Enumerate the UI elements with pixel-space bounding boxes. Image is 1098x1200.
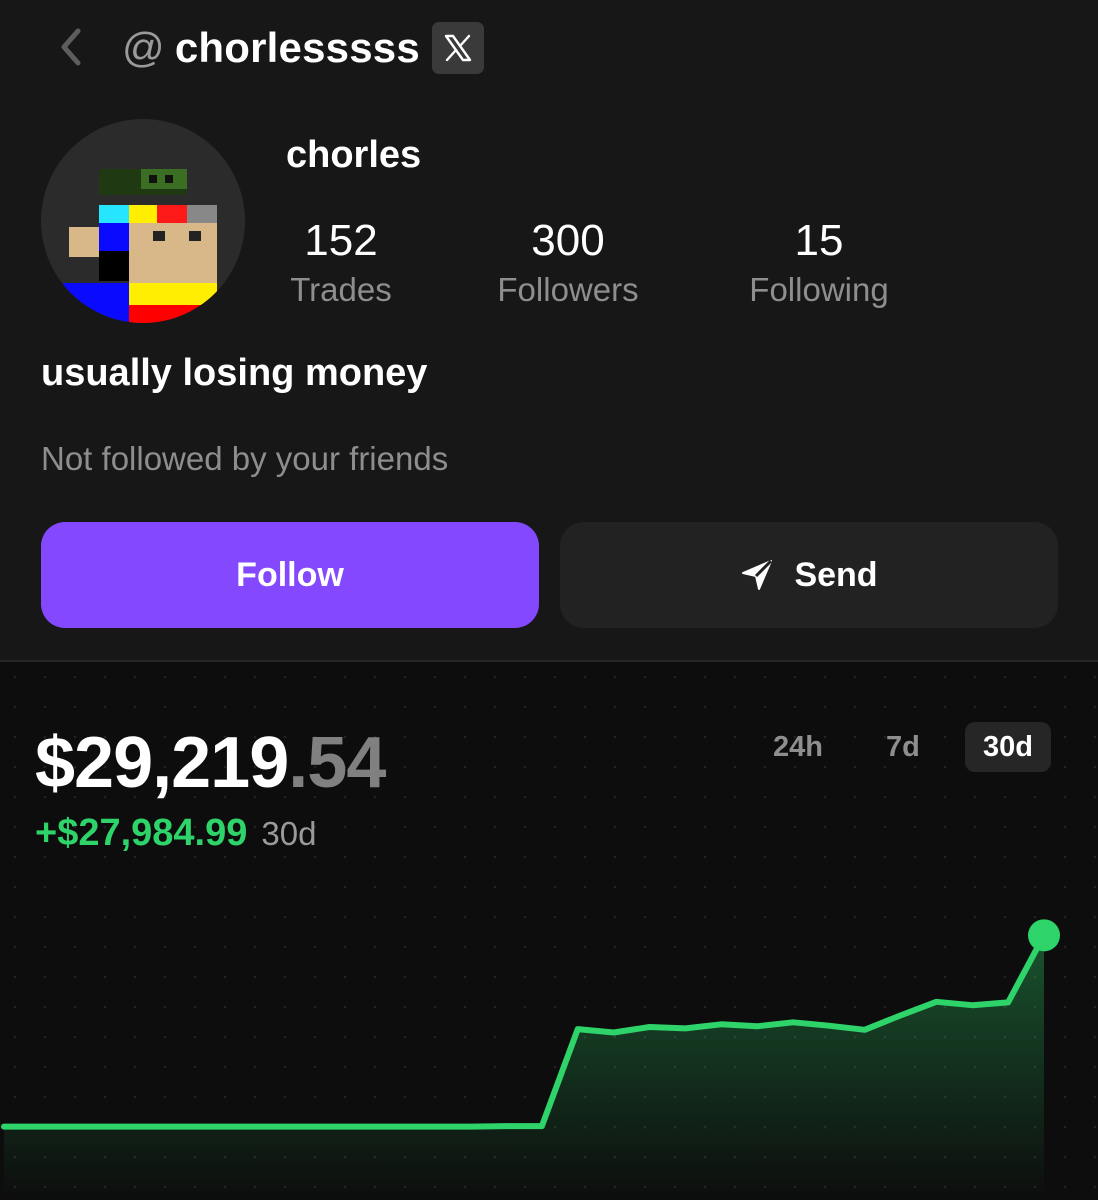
balance-cents: .54 (288, 723, 386, 803)
pixel-avatar-image (63, 169, 217, 323)
avatar[interactable] (41, 119, 245, 323)
stat-trades[interactable]: 152 Trades (276, 216, 406, 312)
mutual-friends-note: Not followed by your friends (41, 440, 449, 477)
portfolio-balance: $29,219.54 (35, 722, 386, 804)
stat-value: 15 (794, 216, 844, 265)
display-name: chorles (286, 134, 422, 176)
gain-period: 30d (261, 815, 317, 852)
range-tab-24h[interactable]: 24h (755, 722, 841, 772)
balance-main: $29,219 (35, 723, 289, 803)
stat-value: 300 (531, 216, 605, 265)
send-button-label: Send (794, 555, 878, 594)
follow-button[interactable]: Follow (41, 522, 539, 628)
x-logo-icon (444, 34, 472, 62)
handle-prefix: @ (122, 24, 165, 71)
stat-followers[interactable]: 300 Followers (478, 216, 658, 312)
portfolio-chart[interactable] (0, 880, 1098, 1200)
portfolio-gain: +$27,984.99 30d (35, 812, 316, 855)
handle-text: chorlesssss (174, 24, 420, 71)
stat-label: Followers (497, 271, 639, 308)
range-tab-7d[interactable]: 7d (868, 722, 938, 772)
paper-plane-icon (742, 559, 773, 590)
stat-label: Trades (290, 271, 392, 308)
follow-button-label: Follow (236, 555, 344, 594)
profile-bio: usually losing money (41, 352, 428, 394)
stat-following[interactable]: 15 Following (728, 216, 910, 312)
profile-handle: @ chorlesssss (122, 20, 484, 76)
chart-area-fill (4, 935, 1044, 1200)
chart-current-point (1028, 919, 1060, 952)
stat-value: 152 (304, 216, 378, 265)
chevron-left-icon (61, 28, 81, 66)
stat-label: Following (749, 271, 889, 308)
range-tab-30d[interactable]: 30d (965, 722, 1051, 772)
gain-amount: +$27,984.99 (35, 812, 248, 854)
back-button[interactable] (50, 24, 92, 70)
x-link-button[interactable] (431, 22, 484, 74)
send-button[interactable]: Send (560, 522, 1058, 628)
